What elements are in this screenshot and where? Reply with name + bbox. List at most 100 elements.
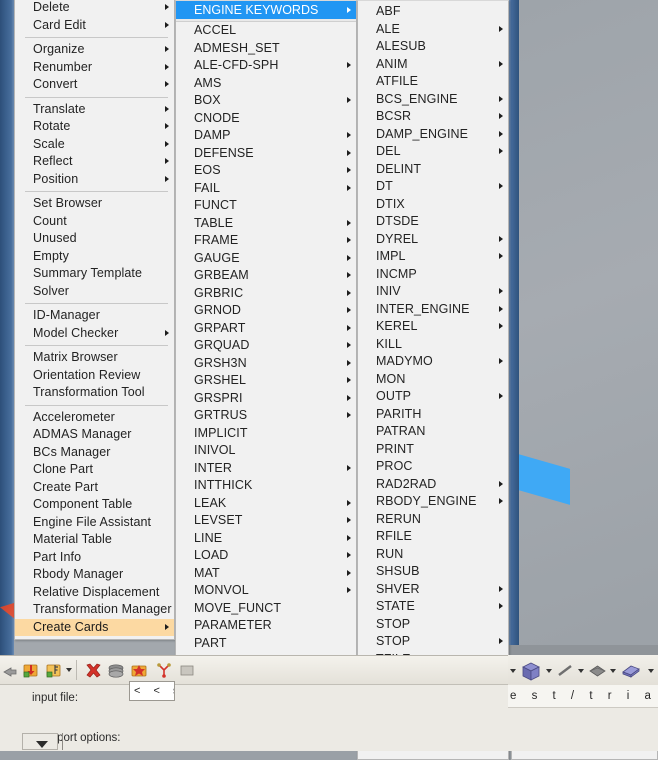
menu-item-alesub[interactable]: ALESUB [358, 38, 508, 56]
export-toolbar[interactable] [0, 656, 520, 685]
create-cards-submenu[interactable]: ENGINE KEYWORDS ACCEL ADMESH_SET ALE-CFD-S… [175, 0, 357, 744]
import-arrow-icon[interactable] [2, 661, 21, 680]
menu-item-levset[interactable]: LEVSET [176, 512, 356, 530]
cube-icon[interactable] [520, 661, 542, 683]
menu-item-renumber[interactable]: Renumber [15, 59, 174, 77]
menu-item-grshel[interactable]: GRSHEL [176, 372, 356, 390]
menu-item-ale[interactable]: ALE [358, 21, 508, 39]
menu-item-proc[interactable]: PROC [358, 458, 508, 476]
menu-item-atfile[interactable]: ATFILE [358, 73, 508, 91]
menu-item-part-info[interactable]: Part Info [15, 549, 174, 567]
menu-item-move-funct[interactable]: MOVE_FUNCT [176, 600, 356, 618]
menu-item-del[interactable]: DEL [358, 143, 508, 161]
menu-item-clone-part[interactable]: Clone Part [15, 461, 174, 479]
menu-item-organize[interactable]: Organize [15, 41, 174, 59]
menu-item-shsub[interactable]: SHSUB [358, 563, 508, 581]
menu-item-outp[interactable]: OUTP [358, 388, 508, 406]
menu-item-line[interactable]: LINE [176, 530, 356, 548]
menu-item-rfile[interactable]: RFILE [358, 528, 508, 546]
menu-item-bcsr[interactable]: BCSR [358, 108, 508, 126]
chevron-down-icon[interactable] [546, 669, 552, 673]
plate-icon[interactable] [620, 661, 642, 680]
menu-item-mon[interactable]: MON [358, 371, 508, 389]
menu-item-dtsde[interactable]: DTSDE [358, 213, 508, 231]
menu-item-grbric[interactable]: GRBRIC [176, 285, 356, 303]
engine-keywords-submenu[interactable]: ABF ALE ALESUB ANIM ATFILE BCS_ENGINE BCSR DAMP… [357, 0, 509, 760]
menu-item-engine-file-assistant[interactable]: Engine File Assistant [15, 514, 174, 532]
menu-item-stop[interactable]: STOP [358, 616, 508, 634]
menu-item-incmp[interactable]: INCMP [358, 266, 508, 284]
export-options-dropdown[interactable] [22, 733, 58, 750]
menu-item-box[interactable]: BOX [176, 92, 356, 110]
menu-item-id-manager[interactable]: ID-Manager [15, 307, 174, 325]
input-file-field[interactable]: < < s [129, 681, 175, 701]
menu-item-load[interactable]: LOAD [176, 547, 356, 565]
menu-item-rerun[interactable]: RERUN [358, 511, 508, 529]
menu-item-parith[interactable]: PARITH [358, 406, 508, 424]
menu-item-inivol[interactable]: INIVOL [176, 442, 356, 460]
menu-item-delete[interactable]: Delete [15, 0, 174, 17]
menu-item-set-browser[interactable]: Set Browser [15, 195, 174, 213]
menu-item-damp-engine[interactable]: DAMP_ENGINE [358, 126, 508, 144]
menu-item-convert[interactable]: Convert [15, 76, 174, 94]
menu-item-bcs-engine[interactable]: BCS_ENGINE [358, 91, 508, 109]
menu-item-component-table[interactable]: Component Table [15, 496, 174, 514]
menu-item-monvol[interactable]: MONVOL [176, 582, 356, 600]
menu-item-dyrel[interactable]: DYREL [358, 231, 508, 249]
chevron-down-icon[interactable] [578, 669, 584, 673]
menu-item-kerel[interactable]: KEREL [358, 318, 508, 336]
diamond-icon[interactable] [588, 661, 607, 680]
menu-item-mat[interactable]: MAT [176, 565, 356, 583]
chevron-down-icon[interactable] [610, 669, 616, 673]
menu-item-grpart[interactable]: GRPART [176, 320, 356, 338]
menu-item-grquad[interactable]: GRQUAD [176, 337, 356, 355]
menu-item-ale-cfd-sph[interactable]: ALE-CFD-SPH [176, 57, 356, 75]
menu-item-grnod[interactable]: GRNOD [176, 302, 356, 320]
chevron-down-icon[interactable] [66, 668, 72, 672]
menu-item-material-table[interactable]: Material Table [15, 531, 174, 549]
menu-item-scale[interactable]: Scale [15, 136, 174, 154]
menu-item-inter[interactable]: INTER [176, 460, 356, 478]
line-icon[interactable] [556, 661, 575, 680]
menu-item-dt[interactable]: DT [358, 178, 508, 196]
menu-item-unused[interactable]: Unused [15, 230, 174, 248]
menu-item-position[interactable]: Position [15, 171, 174, 189]
delete-x-icon[interactable] [84, 661, 103, 680]
menu-item-delint[interactable]: DELINT [358, 161, 508, 179]
submenu-title-engine-keywords[interactable]: ENGINE KEYWORDS [176, 1, 356, 19]
menu-item-summary-template[interactable]: Summary Template [15, 265, 174, 283]
menu-item-intthick[interactable]: INTTHICK [176, 477, 356, 495]
menu-item-gauge[interactable]: GAUGE [176, 250, 356, 268]
visualization-toolbar[interactable] [508, 655, 658, 686]
export-folder-down-icon[interactable] [22, 661, 41, 680]
menu-item-bcs-manager[interactable]: BCs Manager [15, 444, 174, 462]
menu-item-rbody-engine[interactable]: RBODY_ENGINE [358, 493, 508, 511]
menu-item-leak[interactable]: LEAK [176, 495, 356, 513]
stack-layers-icon[interactable] [107, 661, 126, 680]
export-folder-key-icon[interactable] [45, 661, 64, 680]
menu-item-iniv[interactable]: INIV [358, 283, 508, 301]
folder-burst-icon[interactable] [130, 661, 149, 680]
3d-model-viewport[interactable] [508, 0, 658, 660]
chevron-down-icon[interactable] [510, 669, 516, 673]
menu-item-eos[interactable]: EOS [176, 162, 356, 180]
menu-item-state[interactable]: STATE [358, 598, 508, 616]
menu-item-solver[interactable]: Solver [15, 283, 174, 301]
menu-item-print[interactable]: PRINT [358, 441, 508, 459]
menu-item-empty[interactable]: Empty [15, 248, 174, 266]
menu-item-shver[interactable]: SHVER [358, 581, 508, 599]
menu-item-defense[interactable]: DEFENSE [176, 145, 356, 163]
menu-item-ams[interactable]: AMS [176, 75, 356, 93]
menu-item-dtix[interactable]: DTIX [358, 196, 508, 214]
menu-item-part[interactable]: PART [176, 635, 356, 653]
menu-item-grtrus[interactable]: GRTRUS [176, 407, 356, 425]
menu-item-grbeam[interactable]: GRBEAM [176, 267, 356, 285]
connector-icon[interactable] [155, 661, 174, 680]
menu-item-implicit[interactable]: IMPLICIT [176, 425, 356, 443]
menu-item-stop[interactable]: STOP [358, 633, 508, 651]
menu-item-create-part[interactable]: Create Part [15, 479, 174, 497]
menu-item-rbody-manager[interactable]: Rbody Manager [15, 566, 174, 584]
menu-item-anim[interactable]: ANIM [358, 56, 508, 74]
menu-item-kill[interactable]: KILL [358, 336, 508, 354]
menu-item-inter-engine[interactable]: INTER_ENGINE [358, 301, 508, 319]
